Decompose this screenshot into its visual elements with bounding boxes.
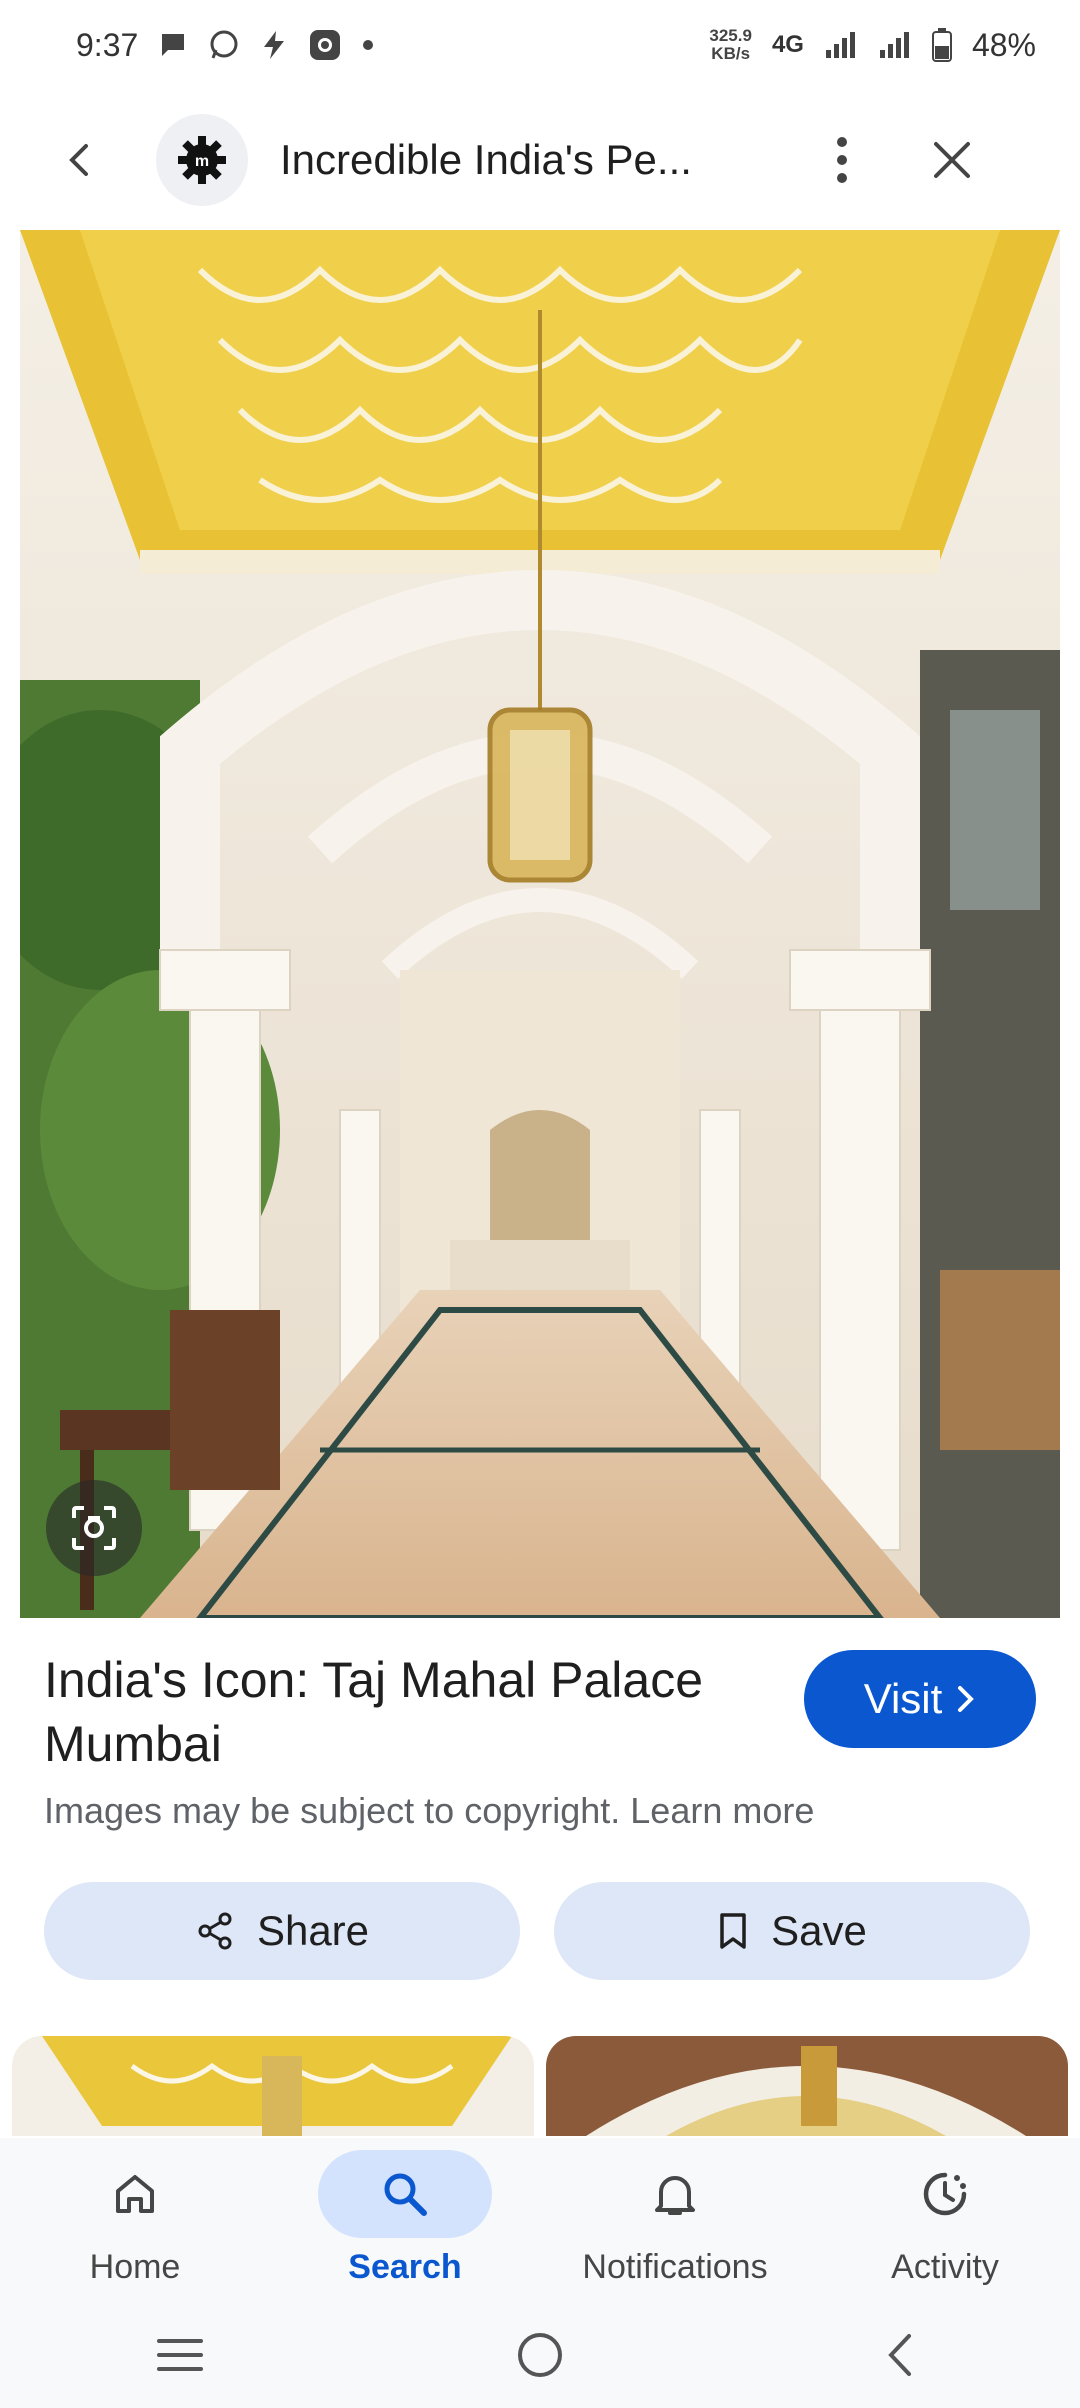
bookmark-icon (720, 1913, 746, 1949)
page-title: Incredible India's Pe... (280, 136, 692, 183)
activity-icon (923, 2172, 967, 2216)
chat-icon (158, 30, 188, 60)
close-button[interactable] (912, 120, 992, 200)
nav-home-label: Home (89, 2248, 181, 2286)
network-speed-unit: KB/s (711, 44, 751, 63)
camera-app-icon (308, 28, 342, 62)
related-image-thumbnail[interactable] (546, 2036, 1068, 2136)
share-label: Share (256, 1907, 370, 1954)
status-time: 9:37 (76, 26, 139, 63)
save-button[interactable]: Save (554, 1882, 1030, 1980)
result-title-block: India's Icon: Taj Mahal Palace Mumbai (44, 1648, 744, 1776)
copyright-notice[interactable]: Images may be subject to copyright. Lear… (44, 1790, 814, 1832)
signal-icon (878, 30, 912, 60)
palace-corridor-illustration (20, 230, 1060, 1618)
nav-activity-label: Activity (891, 2248, 999, 2286)
back-system-button[interactable] (840, 2315, 960, 2395)
site-logo[interactable]: m (156, 114, 248, 206)
nav-home-icon-wrap (48, 2150, 222, 2238)
save-label: Save (771, 1907, 867, 1954)
visit-label: Visit (863, 1675, 943, 1722)
bell-icon (655, 2176, 695, 2215)
nav-home[interactable]: Home (0, 2138, 270, 2302)
dot-icon (362, 39, 374, 51)
network-speed: 325.9 KB/s (709, 27, 752, 63)
nav-activity-icon-wrap (858, 2150, 1032, 2238)
back-button[interactable] (40, 120, 120, 200)
signal-icon (824, 30, 858, 60)
share-icon (198, 1912, 232, 1950)
image-title: India's Icon: Taj Mahal Palace Mumbai (44, 1652, 704, 1772)
recents-button[interactable] (120, 2315, 240, 2395)
network-speed-value: 325.9 (709, 26, 752, 45)
close-icon (934, 142, 970, 178)
search-icon (384, 2173, 427, 2216)
result-image[interactable] (20, 230, 1060, 1618)
related-image-thumbnail[interactable] (12, 2036, 534, 2136)
back-arrow-icon (69, 144, 88, 176)
lens-button[interactable] (46, 1480, 142, 1576)
battery-icon (931, 28, 952, 62)
share-button[interactable]: Share (44, 1882, 520, 1980)
nav-search[interactable]: Search (270, 2138, 540, 2302)
visit-button[interactable]: Visit (804, 1650, 1036, 1748)
nav-activity[interactable]: Activity (810, 2138, 1080, 2302)
battery-level: 48% (971, 26, 1036, 63)
lens-icon (72, 1506, 116, 1550)
nav-notifications-label: Notifications (582, 2248, 768, 2286)
more-vert-icon (837, 137, 847, 183)
network-type: 4G (771, 31, 804, 58)
status-left: 9:37 (76, 27, 374, 64)
more-options-button[interactable] (812, 120, 872, 200)
home-icon (116, 2175, 154, 2213)
site-logo-icon: m (178, 136, 226, 184)
app-bar: m Incredible India's Pe... (0, 90, 1080, 230)
status-bar: 9:37 325.9 KB/s 4G 48% (0, 0, 1080, 90)
related-image-illustration (546, 2036, 1068, 2136)
related-image-illustration (12, 2036, 534, 2136)
home-system-button[interactable] (480, 2315, 600, 2395)
messenger-icon (260, 29, 288, 61)
home-circle-icon (518, 2333, 562, 2377)
back-chevron-icon (888, 2334, 911, 2376)
nav-search-label: Search (348, 2248, 462, 2286)
nav-notifications-icon-wrap (588, 2150, 762, 2238)
nav-search-icon-wrap (318, 2150, 492, 2238)
status-right: 325.9 KB/s 4G 48% (709, 27, 1036, 64)
system-navigation-bar (0, 2302, 1080, 2408)
chevron-right-icon (958, 1686, 975, 1712)
recents-icon (157, 2339, 203, 2371)
bottom-navigation: Home Search Notifications Activity (0, 2138, 1080, 2302)
whatsapp-icon (208, 29, 240, 61)
nav-notifications[interactable]: Notifications (540, 2138, 810, 2302)
svg-text:m: m (195, 153, 209, 170)
